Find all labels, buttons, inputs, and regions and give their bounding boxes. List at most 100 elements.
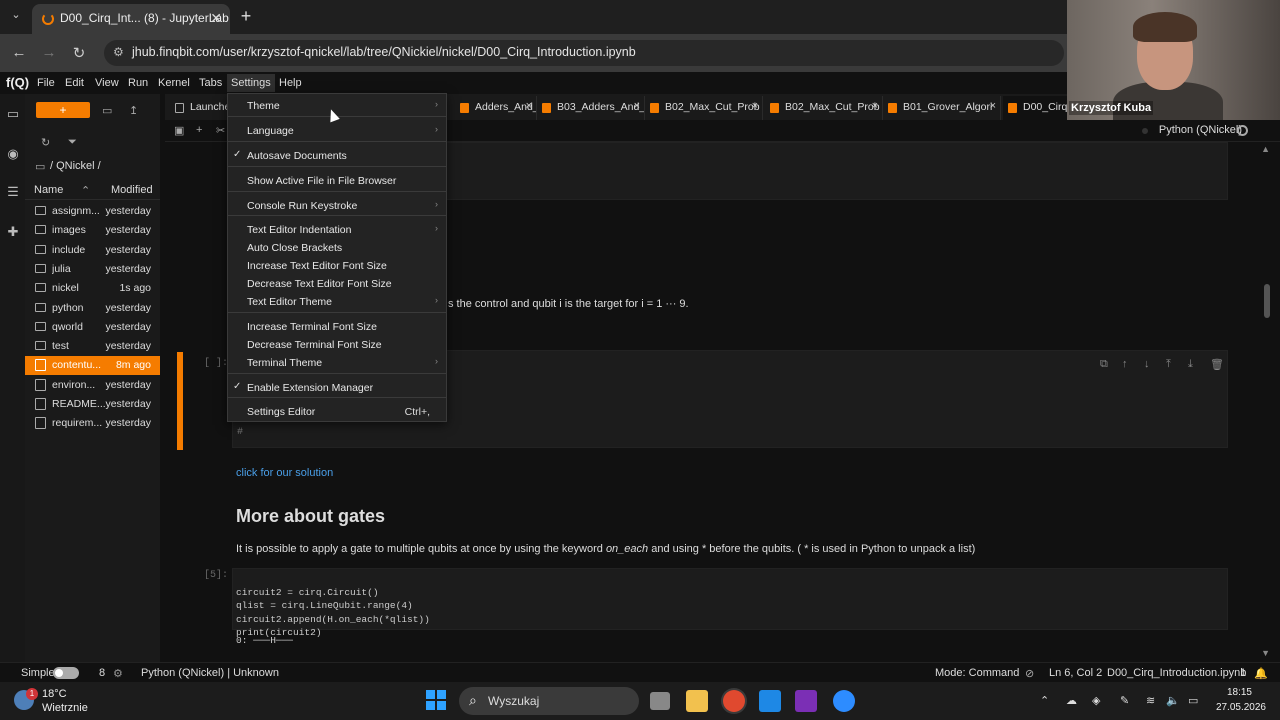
document-tab[interactable]: B03_Adders_And_N × [537,96,645,120]
file-row[interactable]: README... yesterday [25,395,160,414]
file-row[interactable]: python yesterday [25,299,160,318]
document-tab[interactable]: Launcher [170,96,230,120]
terminal-count[interactable]: 8 [99,667,105,679]
file-row[interactable]: qworld yesterday [25,318,160,337]
settings-menu-item[interactable]: Increase Terminal Font Size [228,318,446,336]
tab-search-chevron-icon[interactable]: ⌄ [6,8,26,26]
file-row[interactable]: requirem... yesterday [25,414,160,433]
menu-help[interactable]: Help [279,77,302,89]
settings-menu-item[interactable]: Increase Text Editor Font Size [228,257,446,275]
settings-menu-item[interactable]: Terminal Theme › [228,354,446,372]
new-tab-button[interactable]: + [236,6,256,27]
notification-count[interactable]: 1 [1240,667,1246,679]
settings-menu-item[interactable]: Auto Close Brackets [228,239,446,257]
site-info-icon[interactable]: ⚙ [113,45,124,59]
volume-icon[interactable]: 🔈 [1166,694,1180,707]
new-launcher-button[interactable]: + [36,102,90,118]
insert-cell-icon[interactable]: + [196,124,202,136]
browser-tab-jupyterlab[interactable]: D00_Cirq_Int... (8) - JupyterLab ✕ [32,4,230,34]
tray-chevron-icon[interactable]: ⌃ [1040,694,1049,707]
breadcrumb-folder-icon[interactable]: ▭ [35,160,45,173]
kernel-name[interactable]: Python (QNickel) [1159,124,1242,136]
running-icon[interactable]: ◉ [5,146,21,162]
file-row[interactable]: test yesterday [25,337,160,356]
settings-menu-item[interactable]: Decrease Terminal Font Size [228,336,446,354]
move-down-icon[interactable]: ↓ [1144,358,1150,370]
name-column-header[interactable]: Name [34,184,63,196]
settings-menu-item[interactable]: ✓ Autosave Documents [228,147,446,165]
breadcrumb[interactable]: / QNickel / [50,160,101,172]
menu-file[interactable]: File [37,77,55,89]
close-tab-icon[interactable]: × [526,100,532,112]
onenote-icon[interactable] [795,690,817,712]
document-tab[interactable]: D00_Cirq_In [1003,96,1073,120]
clock-date[interactable]: 27.05.2026 [1216,702,1266,713]
delete-cell-icon[interactable]: 🗑 [1210,358,1224,371]
simple-mode-toggle[interactable] [53,667,79,679]
settings-menu-item[interactable]: Show Active File in File Browser [228,172,446,190]
close-tab-icon[interactable]: × [990,100,996,112]
document-tab[interactable]: B01_Grover_Algori × [883,96,1001,120]
chrome-icon[interactable] [723,690,745,712]
new-folder-icon[interactable]: ▭ [102,104,112,117]
forward-arrow-icon[interactable]: → [39,44,59,61]
taskbar-search[interactable]: ⌕ Wyszukaj [459,687,639,715]
weather-widget[interactable]: 1 18°C Wietrznie [14,688,104,716]
close-tab-icon[interactable]: ✕ [210,10,222,27]
scroll-down-icon[interactable]: ▼ [1261,648,1270,658]
modified-column-header[interactable]: Modified [111,184,153,196]
settings-menu-item[interactable]: Language › [228,122,446,140]
filter-icon[interactable]: ⏷ [68,136,77,149]
file-row[interactable]: nickel 1s ago [25,279,160,298]
menu-view[interactable]: View [95,77,119,89]
folder-icon[interactable]: ▭ [5,106,21,122]
file-row[interactable]: environ... yesterday [25,376,160,395]
document-tab[interactable]: B02_Max_Cut_Prob × [765,96,883,120]
cursor-position[interactable]: Ln 6, Col 2 [1049,667,1102,679]
close-tab-icon[interactable]: × [752,100,758,112]
file-row[interactable]: assignm... yesterday [25,202,160,221]
kernel-status[interactable]: Python (QNickel) | Unknown [141,667,279,679]
kernel-gear-icon[interactable]: ⚙ [113,667,123,680]
menu-settings[interactable]: Settings [227,74,275,92]
insert-below-icon[interactable]: ⤓ [1188,358,1193,371]
battery-icon[interactable]: ▭ [1188,694,1198,707]
vscode-icon[interactable] [759,690,781,712]
pen-icon[interactable]: ✎ [1120,694,1129,707]
address-bar[interactable]: ⚙ jhub.finqbit.com/user/krzysztof-qnicke… [104,40,1064,66]
duplicate-cell-icon[interactable]: ⧉ [1100,358,1108,371]
copilot-icon[interactable]: ◈ [1092,694,1100,707]
scroll-up-icon[interactable]: ▲ [1261,144,1270,154]
settings-menu-item[interactable]: Text Editor Indentation › [228,221,446,239]
wifi-icon[interactable]: ≋ [1146,694,1155,707]
zoom-icon[interactable] [833,690,855,712]
insert-above-icon[interactable]: ⤒ [1166,358,1171,371]
reload-icon[interactable]: ↻ [69,44,89,62]
close-tab-icon[interactable]: × [634,100,640,112]
save-icon[interactable]: ▣ [174,124,184,137]
windows-start-icon[interactable] [426,690,446,710]
bell-icon[interactable]: 🔔 [1254,667,1268,680]
menu-tabs[interactable]: Tabs [199,77,222,89]
file-row[interactable]: images yesterday [25,221,160,240]
menu-kernel[interactable]: Kernel [158,77,190,89]
document-tab[interactable]: Adders_And_N× [455,96,537,120]
document-tab[interactable]: B02_Max_Cut_Prob × [645,96,763,120]
clock-time[interactable]: 18:15 [1227,687,1252,698]
back-arrow-icon[interactable]: ← [9,44,29,61]
settings-menu-item[interactable]: Text Editor Theme › [228,293,446,311]
upload-icon[interactable]: ↥ [129,104,138,117]
settings-menu-item[interactable]: Settings Editor Ctrl+, [228,403,446,421]
notification-shield-icon[interactable]: ⊘ [1025,667,1034,680]
cut-icon[interactable]: ✂ [216,124,225,137]
file-explorer-icon[interactable] [686,690,708,712]
extension-icon[interactable]: ✚ [5,224,21,240]
settings-menu-item[interactable]: Decrease Text Editor Font Size [228,275,446,293]
close-tab-icon[interactable]: × [872,100,878,112]
file-row[interactable]: include yesterday [25,241,160,260]
move-up-icon[interactable]: ↑ [1122,358,1128,370]
toc-icon[interactable]: ☰ [5,184,21,200]
settings-menu-item[interactable]: Console Run Keystroke › [228,197,446,215]
refresh-icon[interactable]: ↻ [41,136,50,149]
scrollbar-thumb[interactable] [1264,284,1270,318]
